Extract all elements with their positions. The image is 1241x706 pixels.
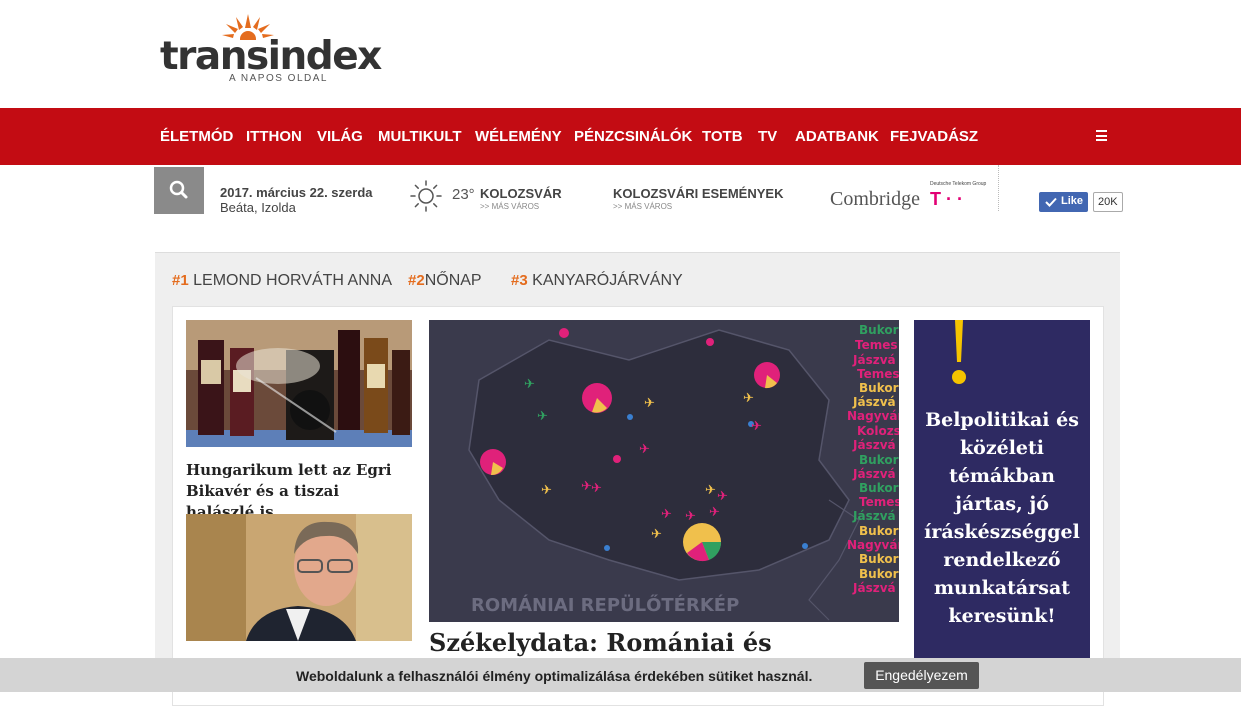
map-city-label: Bukor <box>859 481 899 495</box>
trending-label: NŐNAP <box>424 272 482 289</box>
map-city-label: Jászvá <box>852 438 896 452</box>
wine-bottles-photo <box>186 320 412 447</box>
cookie-accept-button[interactable]: Engedélyezem <box>864 662 979 689</box>
map-city-label: Nagyvár <box>847 409 899 423</box>
weather-temp: 23° <box>452 186 475 203</box>
article-image-portrait[interactable] <box>186 514 412 641</box>
nav-item-eletmod[interactable]: ÉLETMÓD <box>160 128 233 145</box>
current-date: 2017. március 22. szerda <box>220 185 373 200</box>
map-city-label: Jászvá <box>852 353 896 367</box>
romania-flight-map: ✈✈✈ ✈✈✈ ✈ ✈ ✈ ✈ ✈✈ ✈ ✈✈ ROMÁNIAI REPÜLŐTÉRKÉ… <box>429 320 899 622</box>
map-city-label: Kolozs <box>857 424 899 438</box>
cookie-text: Weboldalunk a felhasználói élmény optima… <box>296 668 813 684</box>
weather-city[interactable]: KOLOZSVÁR <box>480 186 562 201</box>
nav-item-fejvadasz[interactable]: FEJVADÁSZ <box>890 128 978 145</box>
map-city-label: Jászvá <box>852 467 896 481</box>
telekom-logo[interactable]: T · · <box>930 189 963 210</box>
svg-text:✈: ✈ <box>524 377 535 392</box>
svg-text:✈: ✈ <box>751 419 762 434</box>
svg-text:✈: ✈ <box>717 489 728 504</box>
trending-rank: #3 <box>511 272 528 289</box>
svg-text:✈: ✈ <box>709 505 720 520</box>
trending-item[interactable]: #2NŐNAP <box>408 272 482 290</box>
svg-text:✈: ✈ <box>661 507 672 522</box>
svg-text:✈: ✈ <box>537 409 548 424</box>
nav-item-tv[interactable]: TV <box>758 128 777 145</box>
portrait-photo <box>186 514 412 641</box>
hamburger-icon[interactable] <box>1096 130 1107 142</box>
map-city-label: Bukor <box>859 524 899 538</box>
featured-article-title[interactable]: Székelydata: Romániai és <box>429 628 899 658</box>
map-city-label: Jászvá <box>852 509 896 523</box>
map-city-label: Bukor <box>859 567 899 581</box>
trending-item[interactable]: #3 KANYARÓJÁRVÁNY <box>511 272 683 290</box>
trending-label: LEMOND HORVÁTH ANNA <box>193 272 392 289</box>
map-city-label: Temes <box>859 495 899 509</box>
search-icon <box>169 180 188 199</box>
like-label: Like <box>1061 195 1084 207</box>
map-city-label: Bukor <box>859 552 899 566</box>
trending-rank: #1 <box>172 272 189 289</box>
facebook-like-button[interactable]: Like <box>1039 192 1088 212</box>
article-image-wine[interactable] <box>186 320 412 447</box>
svg-text:✈: ✈ <box>644 396 655 411</box>
svg-text:✈: ✈ <box>705 483 716 498</box>
exclamation-icon <box>952 320 966 384</box>
search-button[interactable] <box>154 167 204 214</box>
namedays: Beáta, Izolda <box>220 200 296 215</box>
trending-item[interactable]: #1 LEMOND HORVÁTH ANNA <box>172 272 392 290</box>
map-city-label: Temes <box>857 367 899 381</box>
sun-icon <box>410 180 442 212</box>
weather-other-city-link[interactable]: >> MÁS VÁROS <box>480 202 539 211</box>
check-icon <box>1045 197 1057 207</box>
nav-item-totb[interactable]: TOTB <box>702 128 743 145</box>
map-caption: ROMÁNIAI REPÜLŐTÉRKÉP <box>471 594 739 616</box>
map-city-label: Temes <box>855 338 898 352</box>
divider <box>998 165 999 211</box>
map-city-label: Jászvá <box>852 581 896 595</box>
telekom-label: Deutsche Telekom Group <box>930 181 987 187</box>
map-city-label: Jászvá <box>852 395 896 409</box>
svg-text:✈: ✈ <box>685 509 696 524</box>
nav-item-penzcsinalok[interactable]: PÉNZCSINÁLÓK <box>574 128 692 145</box>
cookie-bar: Weboldalunk a felhasználói élmény optima… <box>0 658 1241 692</box>
svg-text:✈: ✈ <box>651 527 662 542</box>
ad-text: Belpolitikai és közéleti témákban jártas… <box>924 409 1080 627</box>
map-city-label: Nagyvár <box>847 538 899 552</box>
nav-item-adatbank[interactable]: ADATBANK <box>795 128 879 145</box>
nav-item-multikult[interactable]: MULTIKULT <box>378 128 462 145</box>
trending-label: KANYARÓJÁRVÁNY <box>532 272 683 289</box>
site-logo[interactable]: transindex A NAPOS OLDAL <box>160 14 382 94</box>
nav-item-welemeny[interactable]: WÉLEMÉNY <box>475 128 562 145</box>
map-city-label: Bukor <box>859 453 899 467</box>
featured-article-image[interactable]: ✈ ✈ ✈ ✈ ✈ ✈ ✈ ✈ ✈ ✈ ✈ ✈ ✈ ✈ ✈ ROMÁNIAI REPÜLŐTÉRKÉ… <box>429 320 899 622</box>
svg-text:✈: ✈ <box>541 483 552 498</box>
events-link[interactable]: KOLOZSVÁRI ESEMÉNYEK <box>613 186 783 201</box>
combridge-logo[interactable]: Combridge <box>830 188 920 211</box>
nav-item-vilag[interactable]: VILÁG <box>317 128 363 145</box>
map-city-label: Bukor <box>859 323 899 337</box>
main-nav: ÉLETMÓD ITTHON VILÁG MULTIKULT WÉLEMÉNY … <box>0 108 1241 165</box>
svg-text:✈: ✈ <box>591 481 602 496</box>
like-count: 20K <box>1093 192 1123 212</box>
svg-text:✈: ✈ <box>639 442 650 457</box>
events-other-city-link[interactable]: >> MÁS VÁROS <box>613 202 672 211</box>
info-bar: 2017. március 22. szerda Beáta, Izolda 2… <box>154 165 1123 215</box>
trending-rank: #2 <box>408 272 425 289</box>
job-ad-banner[interactable]: Belpolitikai és közéleti témákban jártas… <box>914 320 1090 660</box>
nav-item-itthon[interactable]: ITTHON <box>246 128 302 145</box>
logo-tagline: A NAPOS OLDAL <box>229 73 328 84</box>
map-city-label: Bukor <box>859 381 899 395</box>
svg-text:✈: ✈ <box>743 391 754 406</box>
